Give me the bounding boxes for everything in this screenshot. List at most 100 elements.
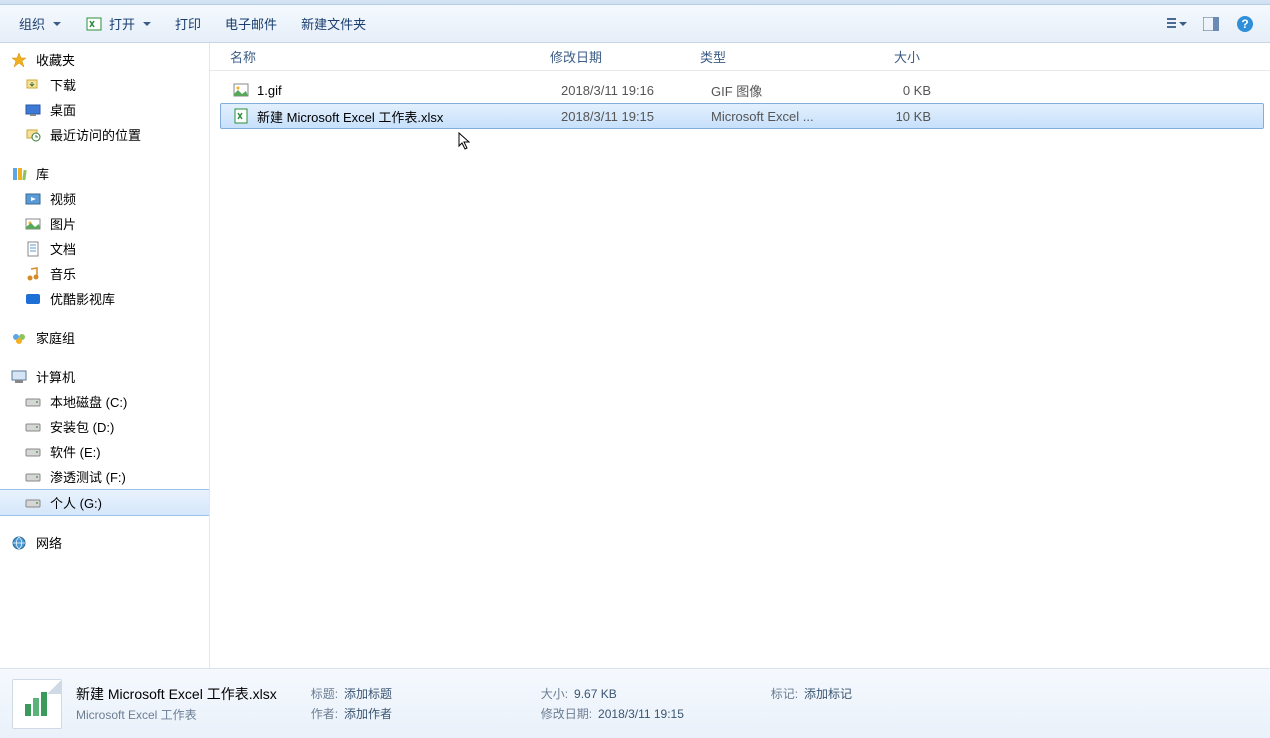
favorites-header[interactable]: 收藏夹 (0, 47, 209, 72)
homegroup-icon (10, 329, 28, 347)
file-row-xlsx[interactable]: 新建 Microsoft Excel 工作表.xlsx 2018/3/11 19… (220, 103, 1264, 129)
computer-group: 计算机 本地磁盘 (C:) 安装包 (D:) 软件 (E:) 渗透测试 (F:)… (0, 364, 209, 516)
nav-label: 音乐 (50, 264, 76, 283)
file-type: Microsoft Excel ... (711, 109, 861, 124)
desktop-icon (24, 101, 42, 119)
new-folder-button[interactable]: 新建文件夹 (290, 9, 377, 38)
excel-icon (85, 15, 103, 33)
file-list-area: 名称 修改日期 类型 大小 1.gif 2018/3/11 19:16 GIF … (210, 43, 1270, 668)
meta-tag[interactable]: 标记:添加标记 (771, 684, 1001, 704)
meta-title[interactable]: 标题:添加标题 (311, 684, 541, 704)
drive-icon (24, 494, 42, 512)
sidebar-item-drive-c[interactable]: 本地磁盘 (C:) (0, 389, 209, 414)
pictures-icon (24, 215, 42, 233)
nav-label: 图片 (50, 214, 76, 233)
nav-label: 个人 (G:) (50, 493, 102, 512)
sidebar-item-music[interactable]: 音乐 (0, 261, 209, 286)
column-name[interactable]: 名称 (220, 47, 550, 66)
file-date: 2018/3/11 19:15 (561, 109, 711, 124)
details-filename: 新建 Microsoft Excel 工作表.xlsx (76, 684, 277, 704)
column-headers: 名称 修改日期 类型 大小 (210, 43, 1270, 71)
sidebar-item-youku[interactable]: 优酷影视库 (0, 286, 209, 311)
sidebar-item-pictures[interactable]: 图片 (0, 211, 209, 236)
nav-label: 下载 (50, 75, 76, 94)
column-date[interactable]: 修改日期 (550, 47, 700, 66)
music-icon (24, 265, 42, 283)
nav-label: 桌面 (50, 100, 76, 119)
nav-label: 软件 (E:) (50, 442, 101, 461)
nav-label: 渗透测试 (F:) (50, 467, 126, 486)
organize-button[interactable]: 组织 (8, 9, 72, 38)
open-button[interactable]: 打开 (74, 9, 162, 38)
email-label: 电子邮件 (225, 14, 277, 33)
chevron-down-icon (1179, 22, 1187, 26)
sidebar-item-desktop[interactable]: 桌面 (0, 97, 209, 122)
sidebar-item-recent[interactable]: 最近访问的位置 (0, 122, 209, 147)
computer-header[interactable]: 计算机 (0, 364, 209, 389)
column-size[interactable]: 大小 (850, 47, 940, 66)
homegroup-group: 家庭组 (0, 325, 209, 350)
favorites-label: 收藏夹 (36, 50, 75, 69)
file-row-gif[interactable]: 1.gif 2018/3/11 19:16 GIF 图像 0 KB (220, 77, 1264, 103)
toolbar: 组织 打开 打印 电子邮件 新建文件夹 ? (0, 5, 1270, 43)
meta-author[interactable]: 作者:添加作者 (311, 704, 541, 724)
file-name: 1.gif (257, 83, 561, 98)
homegroup-header[interactable]: 家庭组 (0, 325, 209, 350)
chevron-down-icon (143, 22, 151, 26)
details-pane: 新建 Microsoft Excel 工作表.xlsx Microsoft Ex… (0, 668, 1270, 738)
nav-label: 安装包 (D:) (50, 417, 114, 436)
nav-label: 本地磁盘 (C:) (50, 392, 127, 411)
sidebar-item-drive-e[interactable]: 软件 (E:) (0, 439, 209, 464)
view-list-icon (1167, 17, 1176, 31)
network-header[interactable]: 网络 (0, 530, 209, 555)
sidebar-item-drive-g[interactable]: 个人 (G:) (0, 489, 209, 516)
meta-modified: 修改日期:2018/3/11 19:15 (541, 704, 771, 724)
star-icon (10, 51, 28, 69)
help-icon: ? (1236, 15, 1254, 33)
sidebar-item-drive-d[interactable]: 安装包 (D:) (0, 414, 209, 439)
homegroup-label: 家庭组 (36, 328, 75, 347)
drive-icon (24, 418, 42, 436)
details-file-icon (12, 679, 62, 729)
sidebar-item-drive-f[interactable]: 渗透测试 (F:) (0, 464, 209, 489)
computer-label: 计算机 (36, 367, 75, 386)
file-size: 0 KB (861, 83, 951, 98)
favorites-group: 收藏夹 下载 桌面 最近访问的位置 (0, 47, 209, 147)
network-label: 网络 (36, 533, 62, 552)
libraries-group: 库 视频 图片 文档 音乐 优酷影视库 (0, 161, 209, 311)
preview-pane-button[interactable] (1200, 14, 1222, 34)
meta-size: 大小:9.67 KB (541, 684, 771, 704)
toolbar-right: ? (1166, 14, 1262, 34)
navigation-sidebar: 收藏夹 下载 桌面 最近访问的位置 库 视频 (0, 43, 210, 668)
drive-icon (24, 443, 42, 461)
organize-label: 组织 (19, 14, 45, 33)
view-options-button[interactable] (1166, 14, 1188, 34)
nav-label: 视频 (50, 189, 76, 208)
xlsx-file-icon (231, 106, 251, 126)
sidebar-item-videos[interactable]: 视频 (0, 186, 209, 211)
file-name: 新建 Microsoft Excel 工作表.xlsx (257, 107, 561, 126)
print-button[interactable]: 打印 (164, 9, 212, 38)
recent-icon (24, 126, 42, 144)
gif-file-icon (231, 80, 251, 100)
preview-pane-icon (1203, 17, 1219, 31)
network-group: 网络 (0, 530, 209, 555)
sidebar-item-documents[interactable]: 文档 (0, 236, 209, 261)
file-date: 2018/3/11 19:16 (561, 83, 711, 98)
drive-icon (24, 468, 42, 486)
details-meta: 标题:添加标题 大小:9.67 KB 标记:添加标记 作者:添加作者 修改日期:… (311, 684, 1001, 724)
file-type: GIF 图像 (711, 81, 861, 100)
details-filetype: Microsoft Excel 工作表 (76, 706, 277, 723)
youku-icon (24, 290, 42, 308)
library-icon (10, 165, 28, 183)
help-button[interactable]: ? (1234, 14, 1256, 34)
column-type[interactable]: 类型 (700, 47, 850, 66)
network-icon (10, 534, 28, 552)
new-folder-label: 新建文件夹 (301, 14, 366, 33)
libraries-header[interactable]: 库 (0, 161, 209, 186)
svg-text:?: ? (1241, 17, 1248, 31)
sidebar-item-downloads[interactable]: 下载 (0, 72, 209, 97)
print-label: 打印 (175, 14, 201, 33)
email-button[interactable]: 电子邮件 (214, 9, 288, 38)
downloads-icon (24, 76, 42, 94)
